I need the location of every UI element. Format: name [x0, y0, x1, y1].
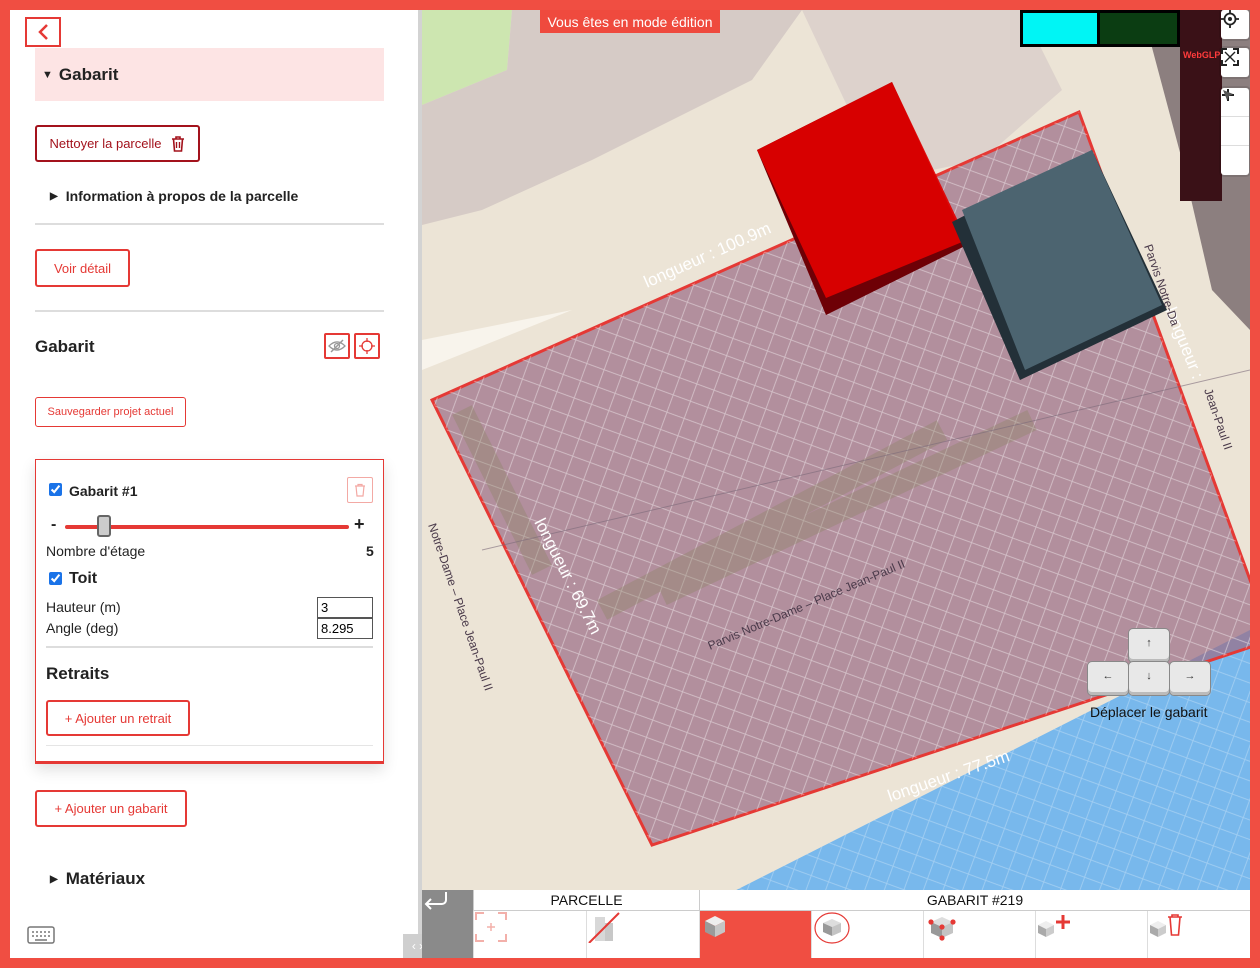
- gabarit-card: Gabarit #1 - + Nombre d'étage 5 Toit Hau…: [35, 459, 384, 764]
- back-button[interactable]: [25, 17, 61, 47]
- locate-icon: [1221, 10, 1239, 28]
- floors-label: Nombre d'étage: [46, 543, 146, 559]
- height-input[interactable]: [317, 597, 373, 618]
- height-label: Hauteur (m): [46, 599, 121, 615]
- gabarit-section-header[interactable]: ▼ Gabarit: [35, 48, 384, 101]
- roof-label: Toit: [69, 570, 98, 587]
- fullscreen-control[interactable]: [1221, 48, 1249, 77]
- angle-input[interactable]: [317, 618, 373, 639]
- section-header-label: Gabarit: [58, 64, 119, 84]
- gabarit-visible-checkbox[interactable]: [49, 483, 62, 496]
- crosshair-icon: [359, 338, 375, 354]
- locate-gabarit-button[interactable]: [354, 333, 380, 359]
- app-frame: ▼ Gabarit Nettoyer la parcelle ▶ Informa…: [10, 10, 1250, 958]
- save-project-button[interactable]: Sauvegarder projet actuel: [35, 397, 186, 427]
- caret-down-icon: ▼: [42, 68, 53, 81]
- add-gabarit-button[interactable]: + Ajouter un gabarit: [35, 790, 187, 827]
- geolocate-control[interactable]: [1221, 10, 1249, 39]
- delete-cube-button[interactable]: [1147, 911, 1250, 958]
- save-project-label: Sauvegarder projet actuel: [47, 406, 174, 418]
- return-arrow-icon: [424, 892, 447, 910]
- delete-cube-icon: [1150, 914, 1182, 937]
- keyboard-icon[interactable]: [27, 925, 55, 950]
- ms-graph: [1100, 13, 1177, 44]
- divider: [46, 745, 373, 746]
- add-setback-button[interactable]: + Ajouter un retrait: [46, 700, 190, 736]
- geolocate-button[interactable]: [1221, 10, 1249, 39]
- divider: [35, 223, 384, 225]
- angle-label: Angle (deg): [46, 620, 119, 636]
- move-gabarit-label: Déplacer le gabarit: [1090, 704, 1208, 720]
- fullscreen-icon: [1221, 48, 1239, 66]
- trash-icon: [171, 135, 184, 152]
- zoom-control[interactable]: [1221, 88, 1249, 175]
- materials-label: Matériaux: [65, 869, 146, 888]
- map-canvas: longueur : 100.9m longueur : 69.7m longu…: [422, 10, 1250, 958]
- rotate-cube-icon: [814, 912, 850, 944]
- chevron-left-icon: [38, 24, 48, 40]
- move-down-key[interactable]: ↓: [1128, 661, 1170, 696]
- trash-icon: [355, 483, 365, 497]
- toggle-visibility-button[interactable]: [324, 333, 350, 359]
- edit-vertices-icon: [928, 917, 956, 941]
- divider: [46, 646, 373, 648]
- caret-right-icon: ▶: [50, 873, 58, 885]
- fullscreen-button[interactable]: [1221, 48, 1249, 77]
- select-parcel-button[interactable]: [473, 911, 586, 958]
- move-right-key[interactable]: →: [1169, 661, 1211, 696]
- materials-summary[interactable]: ▶ Matériaux: [50, 869, 145, 889]
- edit-vertices-button[interactable]: [923, 911, 1035, 958]
- cube-tool-button[interactable]: [699, 911, 811, 958]
- add-gabarit-label: + Ajouter un gabarit: [54, 801, 168, 816]
- gabarit-title: Gabarit: [35, 337, 95, 356]
- gabarit-name: Gabarit #1: [69, 483, 138, 499]
- divider: [35, 310, 384, 312]
- zoom-out-button[interactable]: [1221, 94, 1249, 146]
- move-left-key[interactable]: ←: [1087, 661, 1129, 696]
- add-cube-button[interactable]: [1035, 911, 1147, 958]
- map-view[interactable]: longueur : 100.9m longueur : 69.7m longu…: [422, 10, 1250, 958]
- add-cube-icon: [1038, 915, 1070, 937]
- roof-checkbox[interactable]: [49, 572, 62, 585]
- floors-increment-button[interactable]: +: [354, 514, 365, 535]
- view-detail-label: Voir détail: [53, 260, 112, 276]
- caret-right-icon: ▶: [50, 190, 58, 202]
- remove-building-button[interactable]: [586, 911, 699, 958]
- fps-stats-panel: [1020, 10, 1180, 47]
- view-detail-button[interactable]: Voir détail: [35, 249, 130, 287]
- category-gabarit: GABARIT #219: [699, 890, 1250, 911]
- bottom-toolbar: PARCELLE GABARIT #219: [422, 890, 1250, 958]
- floors-decrement-button[interactable]: -: [51, 516, 56, 534]
- category-parcelle: PARCELLE: [473, 890, 699, 911]
- parcel-info-label: Information à propos de la parcelle: [65, 188, 299, 204]
- fps-graph: [1023, 13, 1097, 44]
- remove-building-icon: [588, 912, 620, 943]
- add-setback-label: + Ajouter un retrait: [64, 710, 172, 726]
- compass-button[interactable]: [1221, 90, 1249, 175]
- sidebar: ▼ Gabarit Nettoyer la parcelle ▶ Informa…: [10, 10, 418, 958]
- cube-icon: [705, 916, 725, 937]
- webgl-stats-panel: WebGLP: [1180, 10, 1222, 201]
- move-up-key[interactable]: ↑: [1128, 628, 1170, 663]
- eye-off-icon: [328, 339, 346, 353]
- rotate-cube-button[interactable]: [811, 911, 923, 958]
- clean-parcel-label: Nettoyer la parcelle: [49, 136, 162, 151]
- floors-value: 5: [366, 543, 374, 559]
- edit-mode-banner: Vous êtes en mode édition: [540, 10, 720, 33]
- floors-slider-thumb[interactable]: [97, 515, 112, 537]
- delete-gabarit-button[interactable]: [347, 477, 373, 503]
- clean-parcel-button[interactable]: Nettoyer la parcelle: [35, 125, 200, 162]
- setbacks-title: Retraits: [46, 664, 110, 683]
- select-parcel-icon: [475, 912, 507, 942]
- compass-icon: [1223, 90, 1233, 100]
- undo-button[interactable]: [422, 890, 473, 958]
- parcel-info-summary[interactable]: ▶ Information à propos de la parcelle: [50, 188, 298, 204]
